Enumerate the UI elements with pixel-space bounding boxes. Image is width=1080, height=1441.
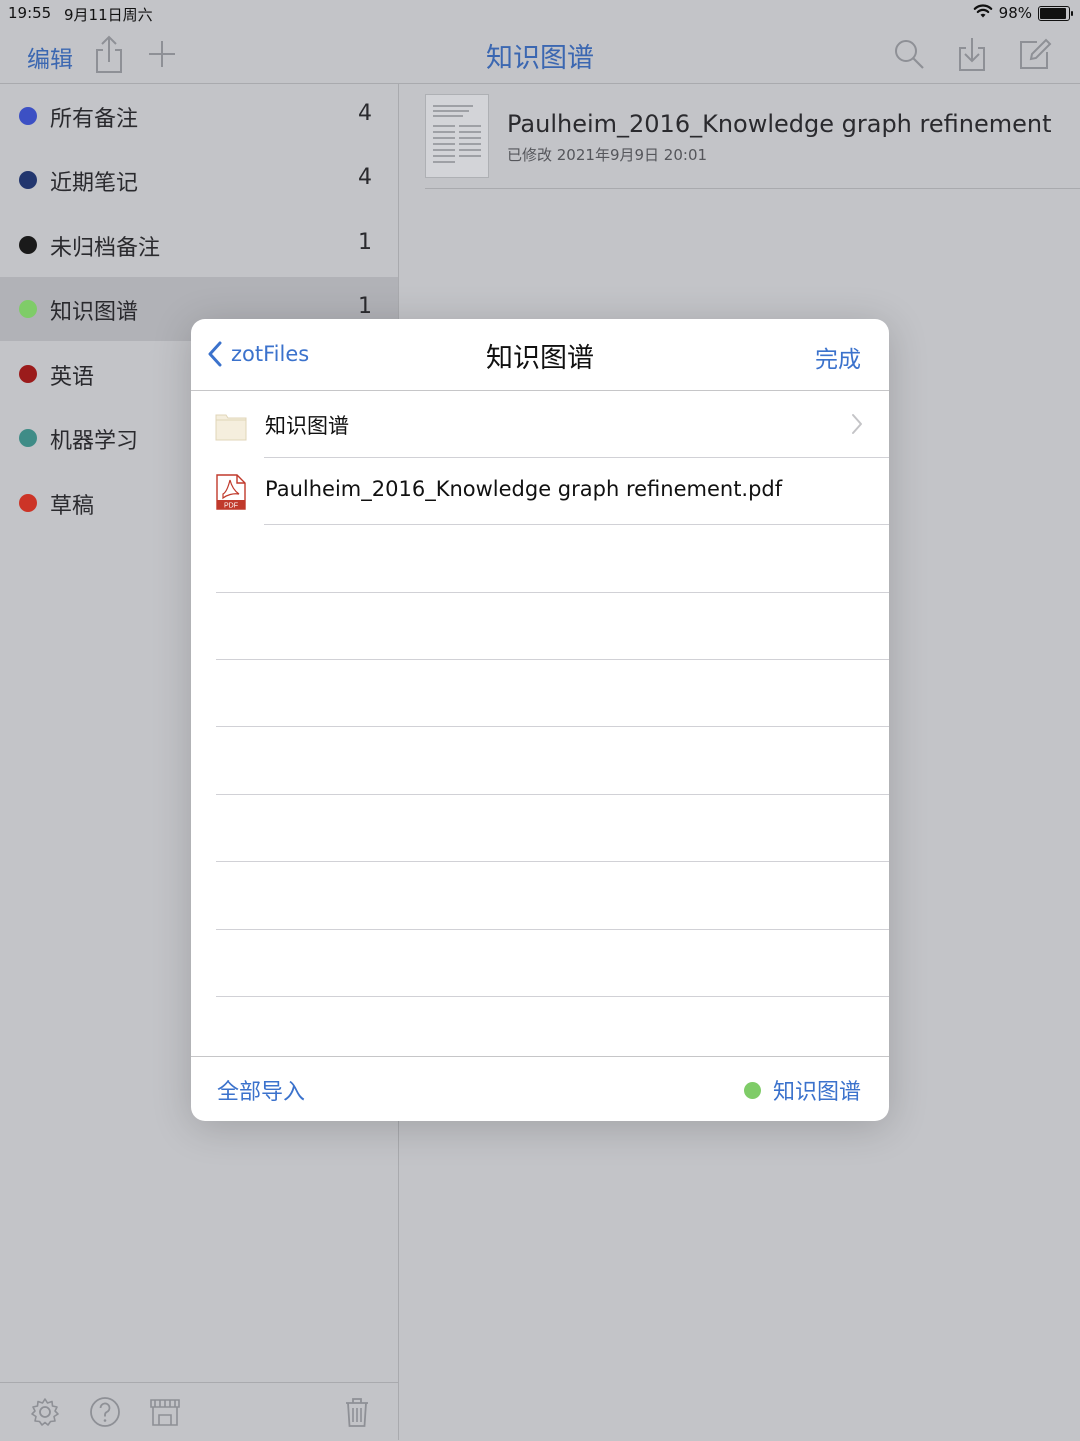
chevron-right-icon [852,414,862,434]
sidebar-item-recent-notes[interactable]: 近期笔记 4 [0,148,398,212]
list-divider [216,861,889,862]
folder-icon [215,407,247,443]
list-divider [216,996,889,997]
sidebar-item-label: 近期笔记 [50,171,139,196]
sidebar-item-count: 4 [358,101,372,126]
help-icon[interactable] [87,1394,123,1430]
sidebar-item-label: 草稿 [50,494,95,519]
list-divider [216,929,889,930]
store-icon[interactable] [147,1394,183,1430]
target-folder-button[interactable]: 知识图谱 [743,1074,861,1106]
note-title: Paulheim_2016_Knowledge graph refinement [507,110,1052,138]
sidebar-item-label: 所有备注 [50,107,139,132]
share-icon[interactable] [89,34,129,74]
note-modified-date: 已修改 2021年9月9日 20:01 [507,146,708,164]
wifi-icon [973,3,993,23]
import-all-button[interactable]: 全部导入 [217,1074,305,1106]
edit-button[interactable]: 编辑 [27,40,73,74]
color-dot [19,107,37,125]
note-list-item[interactable]: Paulheim_2016_Knowledge graph refinement… [425,94,1080,189]
status-bar: 19:55 9月11日周六 98% [0,0,1080,26]
file-picker-modal: zotFiles 知识图谱 完成 知识图谱 PDF Paulheim_2016_… [191,319,889,1121]
pdf-badge-label: PDF [224,503,238,510]
pdf-icon: PDF [215,474,247,510]
sidebar-item-label: 未归档备注 [50,236,161,261]
folder-name: 知识图谱 [265,414,349,438]
color-dot [19,494,37,512]
battery-icon [1038,5,1073,21]
gear-icon[interactable] [27,1394,63,1430]
modal-header: zotFiles 知识图谱 完成 [191,319,889,391]
file-name: Paulheim_2016_Knowledge graph refinement… [265,477,783,501]
color-dot [19,300,37,318]
sidebar-item-count: 1 [358,230,372,255]
import-icon[interactable] [952,34,992,74]
sidebar-item-all-notes[interactable]: 所有备注 4 [0,84,398,148]
list-divider [216,659,889,660]
color-dot [19,236,37,254]
sidebar-toolbar [0,1382,398,1441]
color-dot [743,1081,761,1099]
sidebar-item-count: 4 [358,165,372,190]
battery-percent: 98% [998,4,1032,22]
list-divider [216,794,889,795]
done-button[interactable]: 完成 [815,340,861,374]
folder-row[interactable]: 知识图谱 [191,391,889,458]
list-divider [216,592,889,593]
color-dot [19,171,37,189]
status-time: 19:55 [8,4,52,22]
pdf-file-row[interactable]: PDF Paulheim_2016_Knowledge graph refine… [191,458,889,525]
back-button-label: zotFiles [231,342,310,366]
navbar: 编辑 知识图谱 [0,26,1080,84]
sidebar-item-label: 英语 [50,365,95,390]
compose-icon[interactable] [1015,34,1055,74]
color-dot [19,429,37,447]
add-icon[interactable] [142,34,182,74]
trash-icon[interactable] [339,1394,375,1430]
target-folder-label: 知识图谱 [772,1080,861,1105]
list-divider [216,726,889,727]
sidebar-item-count: 1 [358,294,372,319]
color-dot [19,365,37,383]
status-right: 98% [973,3,1073,23]
sidebar-item-label: 机器学习 [50,429,139,454]
modal-footer: 全部导入 知识图谱 [191,1056,889,1121]
chevron-left-icon [208,341,222,367]
sidebar-item-unfiled-notes[interactable]: 未归档备注 1 [0,213,398,277]
search-icon[interactable] [889,34,929,74]
document-thumbnail [425,94,489,178]
sidebar-item-label: 知识图谱 [50,300,139,325]
status-date: 9月11日周六 [64,6,153,24]
back-button[interactable]: zotFiles [207,341,309,367]
